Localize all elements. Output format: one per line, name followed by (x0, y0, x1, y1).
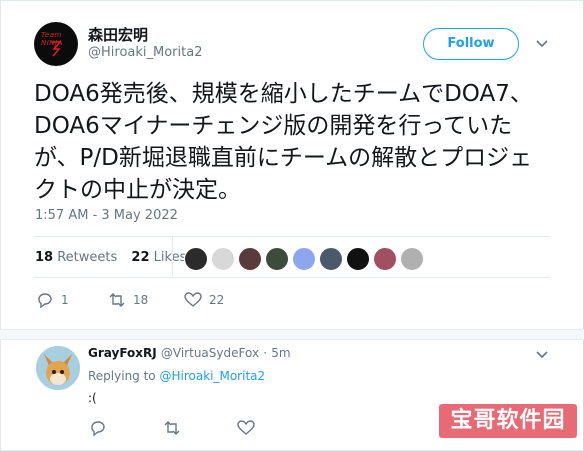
ninja-logo-icon (52, 41, 61, 57)
replying-to-prefix: Replying to (88, 369, 156, 383)
reply-text: :( (88, 391, 97, 405)
retweet-button[interactable]: 18 (108, 291, 148, 309)
divider-top (34, 236, 550, 237)
tweet-card (0, 0, 584, 451)
author-name[interactable]: 森田宏明 (88, 24, 148, 45)
stats-divider (172, 236, 173, 276)
chevron-down-icon[interactable] (536, 38, 548, 50)
retweet-count: 18 (133, 293, 149, 307)
liker-avatar[interactable] (184, 247, 208, 271)
author-handle[interactable]: @Hiroaki_Morita2 (88, 45, 202, 60)
liker-avatar[interactable] (319, 247, 343, 271)
reply-author-avatar[interactable] (36, 346, 80, 390)
author-avatar[interactable]: Team NINJA (34, 22, 78, 66)
reply-section-separator (0, 329, 584, 340)
tweet-timestamp[interactable]: 1:57 AM - 3 May 2022 (35, 208, 178, 223)
liker-avatar[interactable] (265, 247, 289, 271)
liker-avatar[interactable] (211, 247, 235, 271)
like-count: 22 (209, 293, 225, 307)
liker-avatar[interactable] (238, 247, 262, 271)
liker-avatar[interactable] (373, 247, 397, 271)
liker-avatar[interactable] (292, 247, 316, 271)
follow-button[interactable]: Follow (423, 28, 519, 60)
liker-avatar[interactable] (400, 247, 424, 271)
retweets-stat[interactable]: 18 Retweets (35, 250, 117, 265)
reply-icon (38, 293, 52, 309)
likes-stat[interactable]: 22 Likes (131, 250, 186, 265)
reply-author-name[interactable]: GrayFoxRJ (88, 346, 157, 360)
reply-chevron-down-icon[interactable] (536, 349, 548, 361)
watermark: 宝哥软件园 (439, 404, 577, 438)
reply-dot: · (263, 346, 268, 360)
replying-to-link[interactable]: @Hiroaki_Morita2 (159, 369, 265, 383)
engagement-stats: 18 Retweets 22 Likes (35, 250, 186, 265)
like-button[interactable]: 22 (184, 291, 224, 309)
reply-heart-icon[interactable] (237, 419, 255, 437)
reply-author[interactable]: GrayFoxRJ @VirtuaSydeFox · 5m (88, 346, 291, 360)
reply-author-handle[interactable]: @VirtuaSydeFox (161, 346, 259, 360)
retweet-icon (109, 293, 125, 307)
reply-reply-icon[interactable] (89, 419, 107, 437)
divider-bottom (34, 277, 550, 278)
reply-button[interactable]: 1 (36, 291, 69, 309)
reply-retweet-icon[interactable] (163, 419, 181, 437)
reply-time[interactable]: 5m (271, 346, 290, 360)
tweet-text: DOA6発売後、規模を縮小したチームでDOA7、DOA6マイナーチェンジ版の開発… (34, 81, 533, 203)
reply-count: 1 (61, 293, 69, 307)
replying-to: Replying to @Hiroaki_Morita2 (88, 369, 265, 383)
heart-icon (184, 292, 202, 307)
liker-avatar[interactable] (346, 247, 370, 271)
fox-avatar-icon (36, 346, 80, 390)
